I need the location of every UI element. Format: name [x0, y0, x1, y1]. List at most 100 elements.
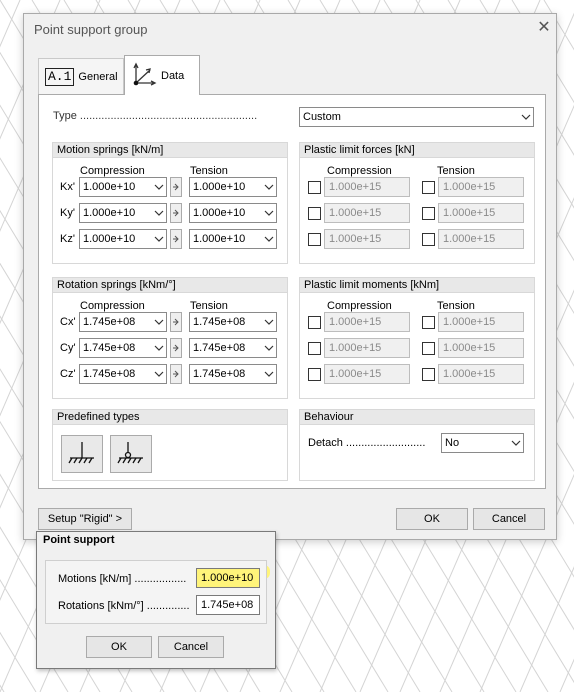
compression-limit-field[interactable]: 1.000e+15 [324, 364, 410, 384]
chevron-down-icon [152, 339, 166, 357]
tension-limit-field[interactable]: 1.000e+15 [438, 229, 524, 249]
compression-checkbox[interactable] [308, 207, 321, 220]
tension-select[interactable]: 1.745e+08 [189, 364, 277, 384]
arrow-right-icon [173, 344, 179, 352]
rotations-input[interactable]: 1.745e+08 [196, 595, 260, 615]
copy-arrow-button[interactable] [170, 364, 182, 384]
tension-checkbox[interactable] [422, 342, 435, 355]
tension-value: 1.745e+08 [193, 368, 246, 380]
compression-select[interactable]: 1.745e+08 [79, 338, 167, 358]
tension-value: 1.745e+08 [193, 316, 246, 328]
axes-icon [131, 61, 157, 90]
compression-select[interactable]: 1.745e+08 [79, 364, 167, 384]
arrow-right-icon [173, 370, 179, 378]
compression-value: 1.745e+08 [83, 368, 136, 380]
cancel-button[interactable]: Cancel [473, 508, 545, 530]
tension-limit-field[interactable]: 1.000e+15 [438, 203, 524, 223]
tension-header: Tension [190, 300, 228, 312]
tension-checkbox[interactable] [422, 316, 435, 329]
rotations-label: Rotations [kNm/°] .............. [58, 600, 190, 612]
compression-checkbox[interactable] [308, 181, 321, 194]
compression-limit-field[interactable]: 1.000e+15 [324, 203, 410, 223]
hinged-support-button[interactable] [110, 435, 152, 473]
tab-data-label: Data [161, 69, 185, 82]
chevron-down-icon [152, 178, 166, 196]
motion-springs-group: Motion springs [kN/m] Compression Tensio… [52, 142, 288, 264]
fixed-support-button[interactable] [61, 435, 103, 473]
detach-label: Detach .......................... [308, 437, 426, 449]
dialog-title: Point support group [34, 22, 148, 37]
compression-limit-field[interactable]: 1.000e+15 [324, 312, 410, 332]
row-label: Cx' [60, 316, 76, 328]
row-label: Kz' [60, 233, 75, 245]
tension-select[interactable]: 1.000e+10 [189, 229, 277, 249]
tension-checkbox[interactable] [422, 181, 435, 194]
tension-checkbox[interactable] [422, 368, 435, 381]
tension-select[interactable]: 1.745e+08 [189, 312, 277, 332]
tension-checkbox[interactable] [422, 233, 435, 246]
compression-value: 1.000e+10 [83, 181, 136, 193]
tension-limit-field[interactable]: 1.000e+15 [438, 312, 524, 332]
tension-select[interactable]: 1.000e+10 [189, 203, 277, 223]
compression-checkbox[interactable] [308, 233, 321, 246]
point-support-ok-button[interactable]: OK [86, 636, 152, 658]
chevron-down-icon [262, 339, 276, 357]
copy-arrow-button[interactable] [170, 203, 182, 223]
behaviour-title: Behaviour [300, 410, 534, 425]
compression-checkbox[interactable] [308, 342, 321, 355]
motions-label: Motions [kN/m] ................. [58, 573, 187, 585]
compression-select[interactable]: 1.000e+10 [79, 203, 167, 223]
tension-value: 1.000e+10 [193, 207, 246, 219]
arrow-right-icon [173, 183, 179, 191]
compression-header: Compression [80, 300, 145, 312]
chevron-down-icon [152, 313, 166, 331]
tab-general[interactable]: A.1 General [38, 58, 124, 94]
motions-input[interactable]: 1.000e+10 [196, 568, 260, 588]
tension-value: 1.000e+10 [193, 233, 246, 245]
compression-limit-field[interactable]: 1.000e+15 [324, 229, 410, 249]
copy-arrow-button[interactable] [170, 229, 182, 249]
point-support-cancel-button[interactable]: Cancel [158, 636, 224, 658]
row-label: Cy' [60, 342, 76, 354]
compression-limit-field[interactable]: 1.000e+15 [324, 338, 410, 358]
compression-header: Compression [80, 165, 145, 177]
ok-button[interactable]: OK [396, 508, 468, 530]
tension-limit-field[interactable]: 1.000e+15 [438, 338, 524, 358]
chevron-down-icon [262, 365, 276, 383]
tension-limit-field[interactable]: 1.000e+15 [438, 177, 524, 197]
close-icon[interactable]: ✕ [534, 18, 554, 38]
compression-select[interactable]: 1.000e+10 [79, 177, 167, 197]
detach-select-value: No [445, 437, 460, 449]
copy-arrow-button[interactable] [170, 312, 182, 332]
copy-arrow-button[interactable] [170, 177, 182, 197]
compression-select[interactable]: 1.000e+10 [79, 229, 167, 249]
chevron-down-icon [152, 365, 166, 383]
tension-select[interactable]: 1.000e+10 [189, 177, 277, 197]
tension-checkbox[interactable] [422, 207, 435, 220]
point-support-title: Point support [43, 534, 115, 546]
compression-value: 1.745e+08 [83, 342, 136, 354]
chevron-down-icon [262, 204, 276, 222]
chevron-down-icon [262, 313, 276, 331]
compression-checkbox[interactable] [308, 368, 321, 381]
tension-select[interactable]: 1.745e+08 [189, 338, 277, 358]
setup-rigid-button[interactable]: Setup "Rigid" > [38, 508, 132, 530]
detach-select[interactable]: No [441, 433, 524, 453]
arrow-right-icon [173, 318, 179, 326]
tab-data[interactable]: Data [124, 55, 200, 95]
compression-select[interactable]: 1.745e+08 [79, 312, 167, 332]
tension-header: Tension [437, 300, 475, 312]
copy-arrow-button[interactable] [170, 338, 182, 358]
type-select[interactable]: Custom [299, 107, 534, 127]
type-label: Type ...................................… [53, 110, 258, 122]
compression-checkbox[interactable] [308, 316, 321, 329]
compression-header: Compression [327, 300, 392, 312]
compression-header: Compression [327, 165, 392, 177]
point-support-fields: Motions [kN/m] ................. 1.000e+… [45, 560, 267, 624]
point-support-popup: Point support Motions [kN/m] ...........… [36, 531, 276, 669]
compression-limit-field[interactable]: 1.000e+15 [324, 177, 410, 197]
row-label: Ky' [60, 207, 75, 219]
fixed-support-icon [68, 442, 94, 464]
tension-limit-field[interactable]: 1.000e+15 [438, 364, 524, 384]
behaviour-group: Behaviour Detach .......................… [299, 409, 535, 481]
